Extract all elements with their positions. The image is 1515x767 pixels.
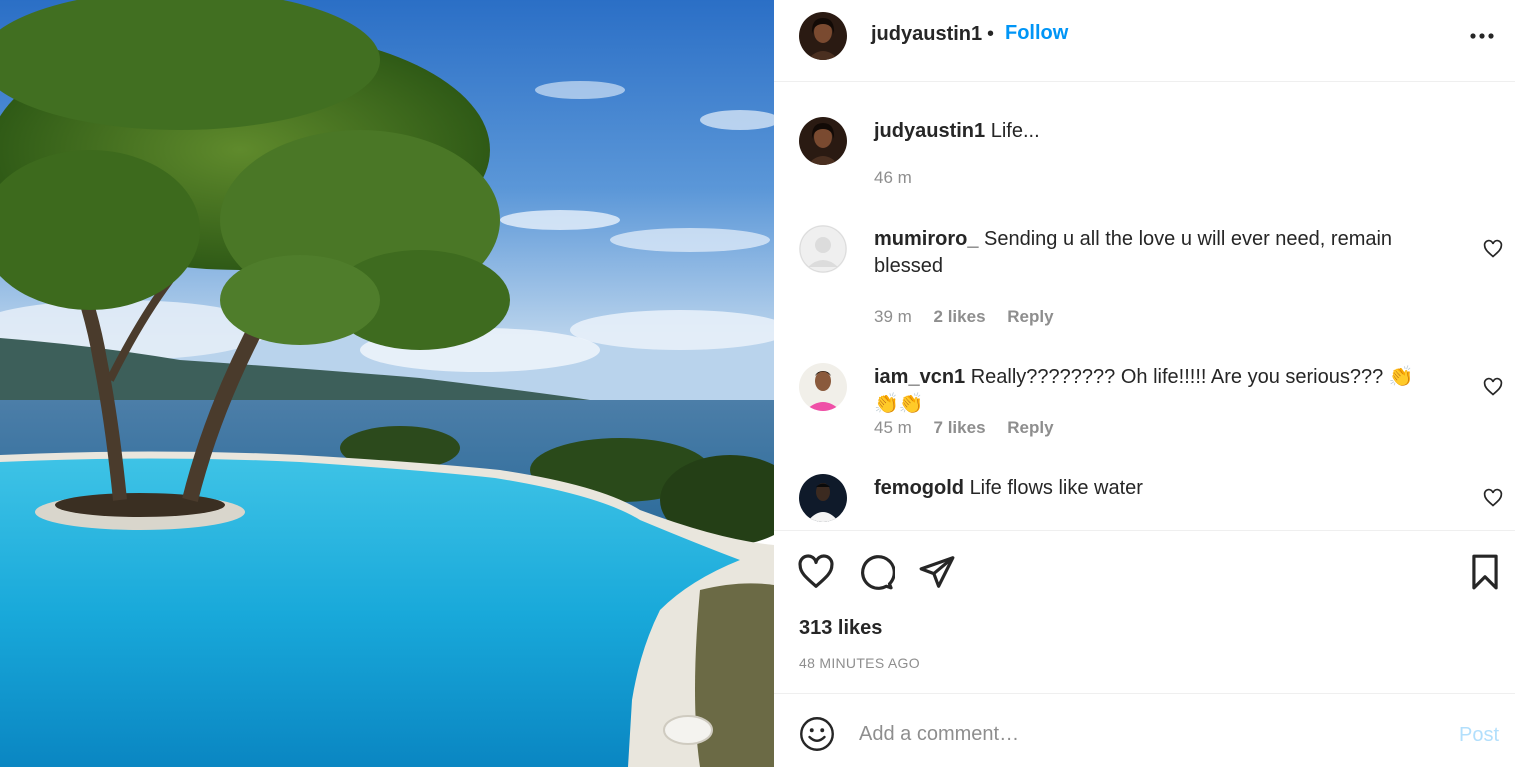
reply-button[interactable]: Reply xyxy=(1007,307,1053,326)
infinity-pool-photo xyxy=(0,0,774,767)
comment-heart-icon[interactable] xyxy=(1483,239,1503,259)
post-details-panel: judyaustin1 • Follow judyaustin1 Life... xyxy=(774,0,1515,767)
caption-meta: 46 m xyxy=(874,168,929,188)
add-comment-bar: Post xyxy=(774,693,1515,767)
user-avatar-image xyxy=(799,474,847,522)
caption-text: judyaustin1 Life... xyxy=(874,118,1434,145)
author-avatar-image xyxy=(799,12,847,60)
reply-button[interactable]: Reply xyxy=(1007,418,1053,437)
speech-bubble-icon[interactable] xyxy=(857,553,895,591)
user-avatar-image xyxy=(799,363,847,411)
heart-icon[interactable] xyxy=(797,553,835,591)
post-comment-button[interactable]: Post xyxy=(1459,724,1499,747)
caption-body: Life... xyxy=(990,120,1040,142)
comment-username[interactable]: iam_vcn1 xyxy=(874,366,965,388)
comment-meta: 39 m 2 likes Reply xyxy=(874,307,1071,327)
comment-avatar[interactable] xyxy=(799,363,847,411)
separator-dot: • xyxy=(987,23,995,45)
comment-time[interactable]: 39 m xyxy=(874,307,912,326)
comment-heart-icon[interactable] xyxy=(1483,488,1503,508)
comment-body: Life flows like water xyxy=(969,477,1143,499)
paper-plane-icon[interactable] xyxy=(918,553,956,591)
comment-username[interactable]: femogold xyxy=(874,477,964,499)
comment-input[interactable] xyxy=(859,714,1419,754)
post-image[interactable] xyxy=(0,0,774,767)
comment-likes[interactable]: 7 likes xyxy=(934,418,986,437)
follow-button[interactable]: Follow xyxy=(1005,22,1068,45)
author-username[interactable]: judyaustin1 xyxy=(871,23,982,46)
comments-list[interactable]: judyaustin1 Life... 46 m mumiroro_ Sendi… xyxy=(774,83,1515,530)
more-horizontal-icon[interactable] xyxy=(1468,22,1496,50)
comment-username[interactable]: mumiroro_ xyxy=(874,228,978,250)
comment-text: femogold Life flows like water xyxy=(874,475,1434,502)
author-avatar[interactable] xyxy=(799,12,847,60)
caption-avatar-image xyxy=(799,117,847,165)
comment-text: iam_vcn1 Really???????? Oh life!!!!! Are… xyxy=(874,364,1434,418)
likes-count[interactable]: 313 likes xyxy=(799,617,882,640)
comment-time[interactable]: 45 m xyxy=(874,418,912,437)
default-avatar-image xyxy=(799,225,847,273)
comment-text: mumiroro_ Sending u all the love u will … xyxy=(874,226,1434,280)
post-header: judyaustin1 • Follow xyxy=(774,0,1515,82)
caption-username[interactable]: judyaustin1 xyxy=(874,120,985,142)
bookmark-icon[interactable] xyxy=(1466,553,1504,591)
comment-avatar[interactable] xyxy=(799,225,847,273)
caption-time[interactable]: 46 m xyxy=(874,168,912,187)
post-timestamp: 48 MINUTES AGO xyxy=(799,655,920,671)
comment-avatar[interactable] xyxy=(799,474,847,522)
post-actions: 313 likes 48 MINUTES AGO xyxy=(774,530,1515,693)
caption-avatar[interactable] xyxy=(799,117,847,165)
comment-likes[interactable]: 2 likes xyxy=(934,307,986,326)
comment-heart-icon[interactable] xyxy=(1483,377,1503,397)
comment-meta: 45 m 7 likes Reply xyxy=(874,418,1071,438)
smiley-icon[interactable] xyxy=(799,716,835,752)
